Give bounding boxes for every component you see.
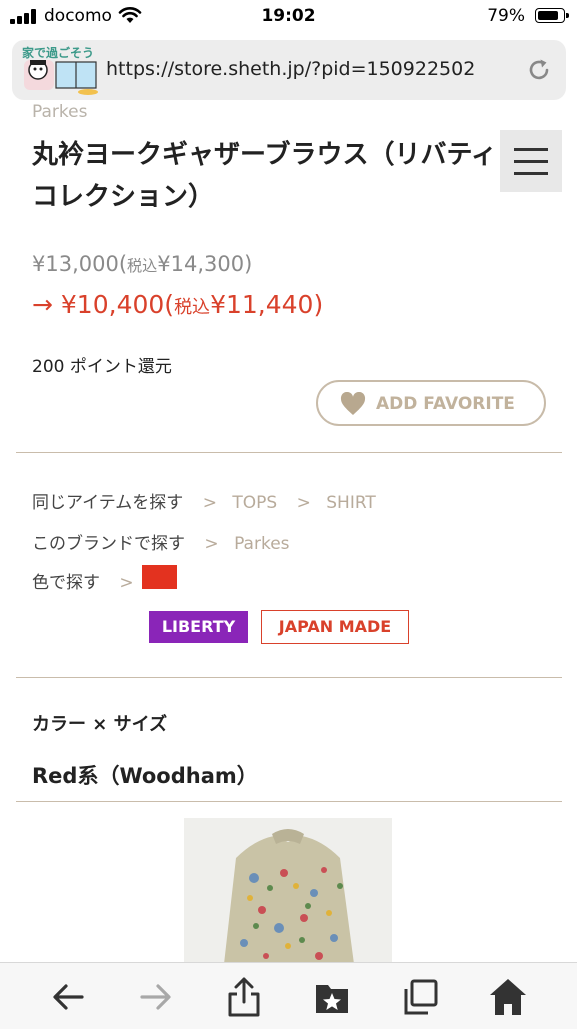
floral-blouse-image: [184, 818, 392, 964]
url-text[interactable]: https://store.sheth.jp/?pid=150922502: [106, 58, 475, 80]
tabs-icon[interactable]: [398, 975, 442, 1019]
sale-price: → ¥10,400(税込¥11,440): [32, 290, 324, 319]
add-favorite-button[interactable]: ADD FAVORITE: [316, 380, 546, 426]
brand-name: Parkes: [32, 102, 88, 122]
battery-icon: [535, 8, 569, 23]
chevron-right-icon: >: [204, 534, 219, 554]
original-price-value: ¥13,000: [32, 252, 119, 276]
tax-label: 税込: [174, 297, 211, 318]
brand-search-label: このブランドで探す: [32, 534, 185, 554]
brand-search-row: このブランドで探す > Parkes: [32, 529, 290, 554]
share-icon[interactable]: [222, 975, 266, 1019]
product-image[interactable]: [184, 818, 392, 964]
sale-price-with-tax: ¥11,440): [210, 290, 324, 319]
brand-link[interactable]: Parkes: [234, 534, 289, 554]
color-swatch-red[interactable]: [142, 565, 177, 589]
arrow-icon: →: [32, 290, 61, 319]
status-bar: docomo 19:02 79%: [0, 0, 577, 34]
battery-percent: 79%: [487, 6, 525, 26]
browser-toolbar: [0, 962, 577, 1029]
tax-label: 税込: [127, 257, 158, 275]
menu-button[interactable]: [500, 130, 562, 192]
same-item-search-row: 同じアイテムを探す > TOPS > SHIRT: [32, 488, 376, 513]
divider: [16, 452, 562, 453]
forward-arrow-icon[interactable]: [134, 975, 178, 1019]
add-favorite-label: ADD FAVORITE: [376, 394, 515, 414]
heart-icon: [340, 392, 366, 415]
back-arrow-icon[interactable]: [46, 975, 90, 1019]
points-reward: 200 ポイント還元: [32, 357, 172, 377]
variant-name: Red系（Woodham）: [32, 764, 258, 788]
original-price-with-tax: ¥14,300): [157, 252, 253, 276]
shirt-link[interactable]: SHIRT: [326, 493, 376, 513]
bookmarks-icon[interactable]: [310, 975, 354, 1019]
chevron-right-icon: >: [202, 493, 217, 513]
original-price: ¥13,000(税込¥14,300): [32, 252, 253, 276]
tag-liberty[interactable]: LIBERTY: [149, 611, 248, 643]
tops-link[interactable]: TOPS: [232, 493, 277, 513]
sale-price-value: ¥10,400: [60, 290, 165, 319]
home-illustration-icon: [24, 60, 98, 95]
chevron-right-icon: >: [119, 573, 134, 593]
home-icon[interactable]: [486, 975, 530, 1019]
variant-heading: カラー × サイズ: [32, 714, 168, 735]
address-bar[interactable]: 家で過ごそう https://store.sheth.jp/?pid=15092…: [12, 40, 566, 100]
divider: [16, 801, 562, 802]
divider: [16, 677, 562, 678]
site-thumbnail: 家で過ごそう: [18, 42, 104, 98]
color-search-label: 色で探す: [32, 573, 100, 593]
same-item-label: 同じアイテムを探す: [32, 493, 184, 513]
reload-icon[interactable]: [526, 57, 552, 83]
chevron-right-icon: >: [296, 493, 311, 513]
color-search-row: 色で探す >: [32, 568, 144, 593]
product-title: 丸衿ヨークギャザーブラウス（リバティコレクション）: [32, 140, 497, 212]
tag-japan-made[interactable]: JAPAN MADE: [261, 610, 409, 644]
